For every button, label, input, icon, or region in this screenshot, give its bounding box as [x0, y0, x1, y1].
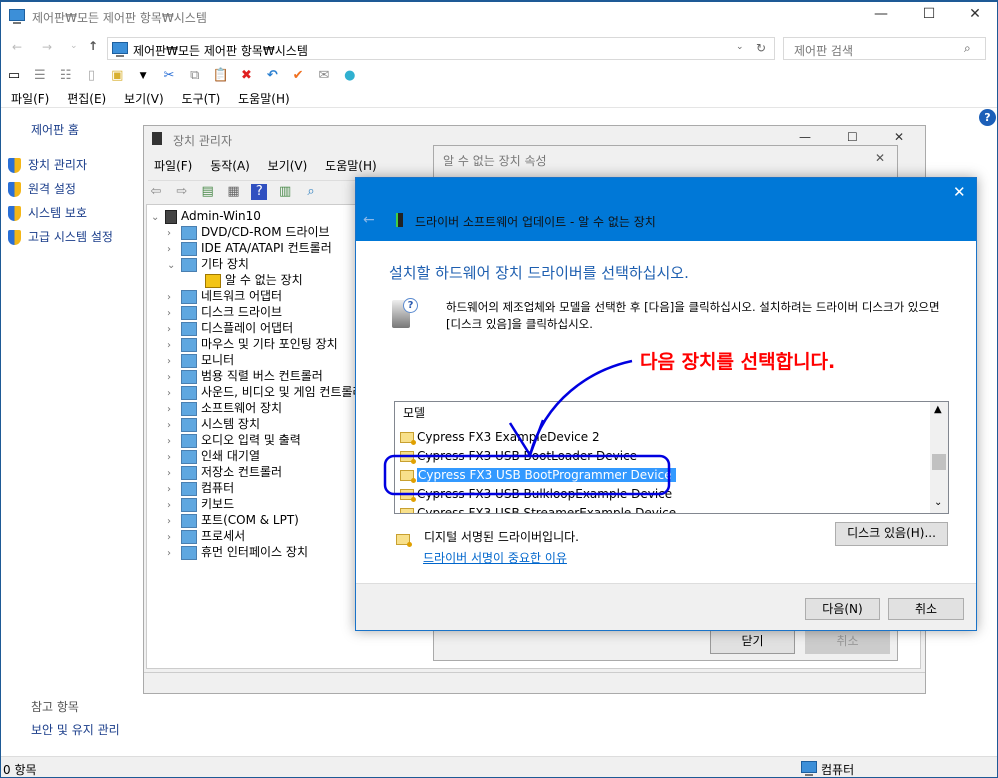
annotation-arrow-line — [528, 359, 633, 456]
annotation-text: 다음 장치를 선택합니다. — [640, 351, 836, 373]
annotation-arrowhead — [508, 419, 545, 458]
annotation-overlay — [383, 359, 671, 496]
annotation-highlight-ellipse — [383, 454, 671, 496]
